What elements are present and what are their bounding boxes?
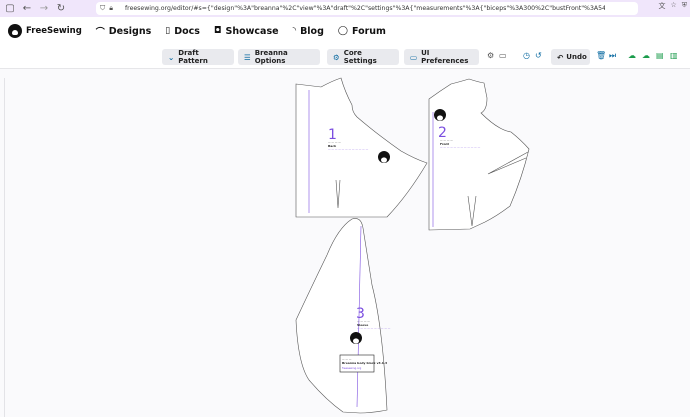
pattern-piece-front[interactable]: 2 — — — — Front — — — — — — — — — — — — — [428, 78, 530, 231]
title-block-name: Breanna body block v3.1.3 — [342, 361, 387, 365]
piece-link: — — — — — — — — — — — — — [328, 148, 369, 151]
logo-face — [381, 157, 387, 163]
pattern-piece-sleeve[interactable]: 3 — — — — Sleeve — — — — — — — — — — — —… — [295, 218, 391, 414]
pattern-piece-back[interactable]: 1 — — — — Back — — — — — — — — — — — — — [295, 77, 428, 218]
pattern-drawing[interactable]: 1 — — — — Back — — — — — — — — — — — — 2… — [0, 0, 690, 417]
logo-face — [353, 338, 359, 344]
title-block-link: freesewing.org — [342, 366, 362, 370]
piece-link: — — — — — — — — — — — — — [440, 146, 481, 149]
logo-face — [437, 115, 443, 121]
piece-link: — — — — — — — — — — — [357, 327, 391, 330]
